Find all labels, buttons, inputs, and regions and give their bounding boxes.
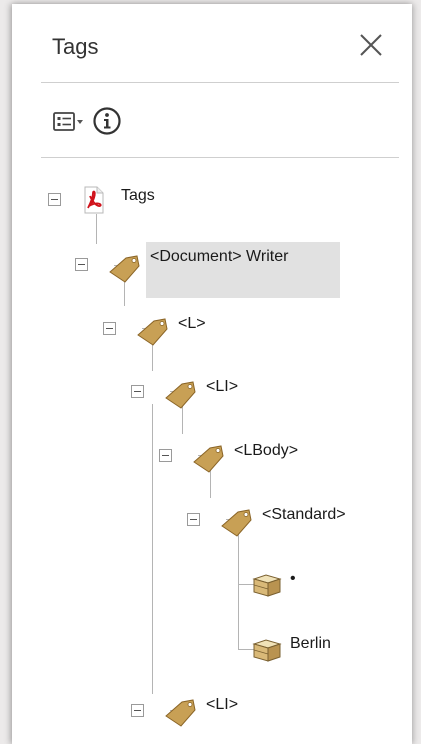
expander-document[interactable] <box>75 258 88 271</box>
tag-icon <box>219 506 255 543</box>
expander-lbody[interactable] <box>159 449 172 462</box>
tree-node-tags[interactable]: Tags <box>121 187 155 205</box>
tree-node-lbody[interactable]: <LBody> <box>234 442 298 460</box>
tree-node-li[interactable]: <LI> <box>206 378 238 396</box>
tree-node-bullet[interactable]: • <box>290 570 296 588</box>
tree-node-document[interactable]: <Document> Writer <box>150 248 288 266</box>
tag-icon <box>191 442 227 479</box>
tree-node-l[interactable]: <L> <box>178 315 206 333</box>
content-box-icon <box>252 637 282 668</box>
tags-panel: Tags Tags <Document> Writer <L> <LI> <LB… <box>12 4 412 744</box>
content-box-icon <box>252 572 282 603</box>
tag-icon <box>163 378 199 415</box>
expander-standard[interactable] <box>187 513 200 526</box>
tag-icon <box>163 696 199 733</box>
expander-tags[interactable] <box>48 193 61 206</box>
pdf-icon <box>82 186 106 219</box>
tag-icon <box>135 315 171 352</box>
tree-node-berlin[interactable]: Berlin <box>290 635 331 653</box>
expander-li-2[interactable] <box>131 704 144 717</box>
expander-l[interactable] <box>103 322 116 335</box>
expander-li[interactable] <box>131 385 144 398</box>
tag-icon <box>107 252 143 289</box>
tree-node-standard[interactable]: <Standard> <box>262 506 346 524</box>
tree-node-li-2[interactable]: <LI> <box>206 696 238 714</box>
tags-tree: Tags <Document> Writer <L> <LI> <LBody> … <box>12 4 412 744</box>
